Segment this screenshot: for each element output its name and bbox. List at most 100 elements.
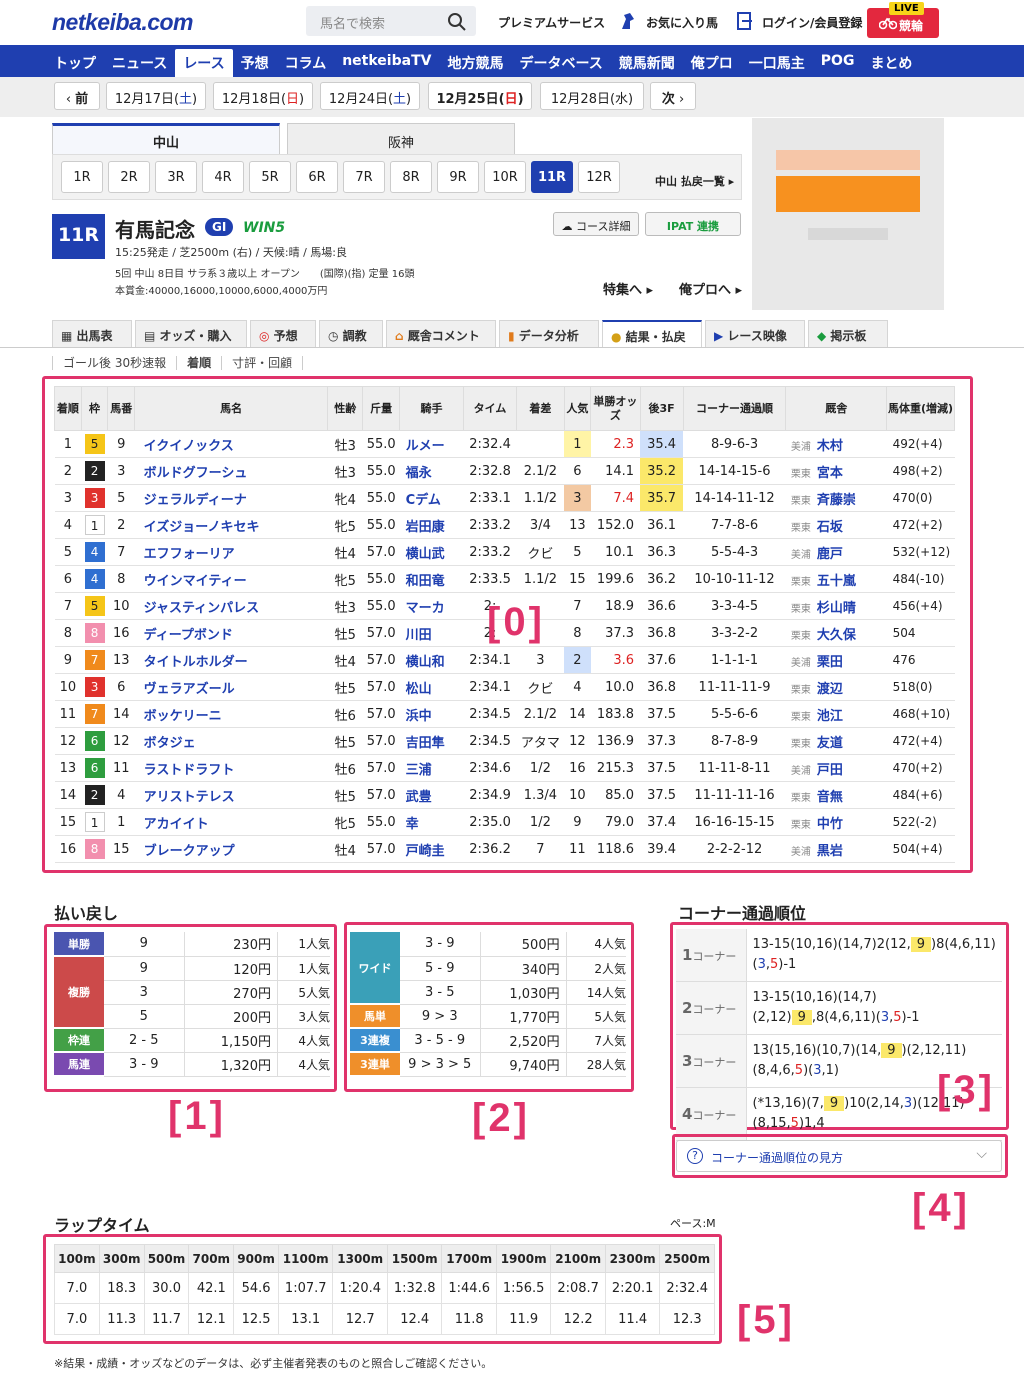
nav-race[interactable]: レース	[175, 49, 233, 77]
trainer-link[interactable]: 黒岩	[817, 844, 843, 859]
search-icon[interactable]	[447, 12, 467, 32]
tab-analysis[interactable]: ▮ データ分析	[499, 320, 599, 347]
tab-training[interactable]: ◷ 調教	[319, 320, 383, 347]
jockey-link[interactable]: 横山武	[399, 538, 464, 566]
trainer-link[interactable]: 鹿戸	[817, 547, 843, 562]
horse-name-link[interactable]: アカイイト	[134, 808, 328, 836]
trainer-link[interactable]: 渡辺	[817, 682, 843, 697]
horse-name-link[interactable]: ジェラルディーナ	[134, 484, 328, 512]
course-detail-button[interactable]: ☁ コース詳細	[553, 212, 639, 236]
favorites-link[interactable]: お気に入り馬	[646, 14, 718, 31]
jockey-link[interactable]: 三浦	[399, 754, 464, 782]
horse-name-link[interactable]: ラストドラフト	[134, 754, 328, 782]
jockey-link[interactable]: 和田竜	[399, 565, 464, 593]
horse-name-link[interactable]: ジャスティンパレス	[134, 592, 328, 620]
horse-name-link[interactable]: イズジョーノキセキ	[134, 511, 328, 539]
advertisement[interactable]	[752, 118, 944, 310]
horse-name-link[interactable]: ヴェラアズール	[134, 673, 328, 701]
search-box[interactable]: 馬名で検索	[306, 6, 476, 36]
trainer-link[interactable]: 友道	[817, 736, 843, 751]
jockey-link[interactable]: 松山	[399, 673, 464, 701]
jockey-link[interactable]: 浜中	[399, 700, 464, 728]
nav-pog[interactable]: POG	[813, 45, 863, 77]
nav-news[interactable]: ニュース	[104, 45, 175, 77]
race-button[interactable]: 12R	[578, 161, 620, 193]
jockey-link[interactable]: 横山和	[399, 646, 464, 674]
corner-help-toggle[interactable]: ? コーナー通過順位の見方 ⌵	[676, 1140, 1002, 1172]
nav-yoso[interactable]: 予想	[233, 45, 277, 77]
race-button[interactable]: 6R	[296, 161, 338, 193]
race-button[interactable]: 9R	[437, 161, 479, 193]
horse-name-link[interactable]: エフフォーリア	[134, 538, 328, 566]
horse-name-link[interactable]: アリストテレス	[134, 781, 328, 809]
horse-name-link[interactable]: タイトルホルダー	[134, 646, 328, 674]
horse-name-link[interactable]: ボッケリーニ	[134, 700, 328, 728]
jockey-link[interactable]: 福永	[399, 457, 464, 485]
tab-odds[interactable]: ▤ オッズ・購入	[135, 320, 247, 347]
race-button[interactable]: 1R	[61, 161, 103, 193]
trainer-link[interactable]: 斉藤崇	[817, 493, 856, 508]
ipat-button[interactable]: IPAT 連携	[645, 212, 741, 236]
trainer-link[interactable]: 戸田	[817, 763, 843, 778]
horse-name-link[interactable]: ディープボンド	[134, 619, 328, 647]
race-button[interactable]: 10R	[484, 161, 526, 193]
race-button[interactable]: 7R	[343, 161, 385, 193]
trainer-link[interactable]: 石坂	[817, 520, 843, 535]
race-button[interactable]: 5R	[249, 161, 291, 193]
trainer-link[interactable]: 五十嵐	[817, 574, 856, 589]
subtab-review[interactable]: 寸評・回顧	[221, 356, 304, 370]
date-tab[interactable]: 12月17日(土)	[106, 82, 206, 110]
tab-board[interactable]: ◆ 掲示板	[808, 320, 888, 347]
trainer-link[interactable]: 池江	[817, 709, 843, 724]
date-tab[interactable]: 12月28日(水)	[540, 82, 644, 110]
prev-date-button[interactable]: ‹ 前	[54, 82, 100, 110]
tab-result[interactable]: ● 結果・払戻	[602, 320, 702, 347]
race-button-current[interactable]: 11R	[531, 161, 573, 193]
horse-name-link[interactable]: ウインマイティー	[134, 565, 328, 593]
tab-yoso[interactable]: ◎ 予想	[250, 320, 316, 347]
race-button[interactable]: 4R	[202, 161, 244, 193]
nav-matome[interactable]: まとめ	[862, 45, 920, 77]
race-button[interactable]: 2R	[108, 161, 150, 193]
nav-local[interactable]: 地方競馬	[439, 45, 511, 77]
trainer-link[interactable]: 大久保	[817, 628, 856, 643]
trainer-link[interactable]: 杉山晴	[817, 601, 856, 616]
premium-link[interactable]: プレミアムサービス	[498, 14, 605, 31]
jockey-link[interactable]: 戸崎圭	[399, 835, 464, 863]
date-tab-current[interactable]: 12月25日(日)	[428, 82, 532, 110]
race-button[interactable]: 3R	[155, 161, 197, 193]
jockey-link[interactable]: 川田	[399, 619, 464, 647]
horse-name-link[interactable]: イクイノックス	[134, 430, 328, 458]
next-date-button[interactable]: 次 ›	[650, 82, 696, 110]
payout-list-link[interactable]: 中山 払戻一覧 ▸	[655, 173, 734, 189]
jockey-link[interactable]: 吉田隼	[399, 727, 464, 755]
jockey-link[interactable]: ルメー	[399, 430, 464, 458]
site-logo[interactable]: netkeiba.com	[52, 9, 194, 36]
horse-name-link[interactable]: ボルドグフーシュ	[134, 457, 328, 485]
nav-tv[interactable]: netkeibaTV	[334, 45, 439, 77]
horse-name-link[interactable]: ブレークアップ	[134, 835, 328, 863]
nav-hitokuchi[interactable]: 一口馬主	[741, 45, 813, 77]
login-link[interactable]: ログイン/会員登録	[762, 14, 862, 31]
trainer-link[interactable]: 宮本	[817, 466, 843, 481]
horse-name-link[interactable]: ボタジェ	[134, 727, 328, 755]
nav-top[interactable]: トップ	[46, 45, 104, 77]
subtab-flash[interactable]: ゴール後 30秒速報	[52, 356, 177, 370]
nav-database[interactable]: データベース	[511, 45, 610, 77]
trainer-link[interactable]: 中竹	[817, 817, 843, 832]
subtab-order[interactable]: 着順	[176, 356, 222, 370]
date-tab[interactable]: 12月18日(日)	[213, 82, 313, 110]
jockey-link[interactable]: 岩田康	[399, 511, 464, 539]
track-tab-hanshin[interactable]: 阪神	[287, 123, 515, 156]
jockey-link[interactable]: 武豊	[399, 781, 464, 809]
nav-orepro[interactable]: 俺プロ	[683, 45, 741, 77]
trainer-link[interactable]: 栗田	[817, 655, 843, 670]
nav-column[interactable]: コラム	[277, 45, 335, 77]
jockey-link[interactable]: Cデム	[399, 484, 464, 512]
track-tab-nakayama[interactable]: 中山	[52, 123, 280, 156]
tab-comment[interactable]: ⌂ 厩舎コメント	[386, 320, 496, 347]
trainer-link[interactable]: 木村	[817, 439, 843, 454]
race-button[interactable]: 8R	[390, 161, 432, 193]
live-keirin-button[interactable]: LIVE 競輪	[867, 2, 939, 38]
tab-shutuba[interactable]: ▦ 出馬表	[52, 320, 132, 347]
